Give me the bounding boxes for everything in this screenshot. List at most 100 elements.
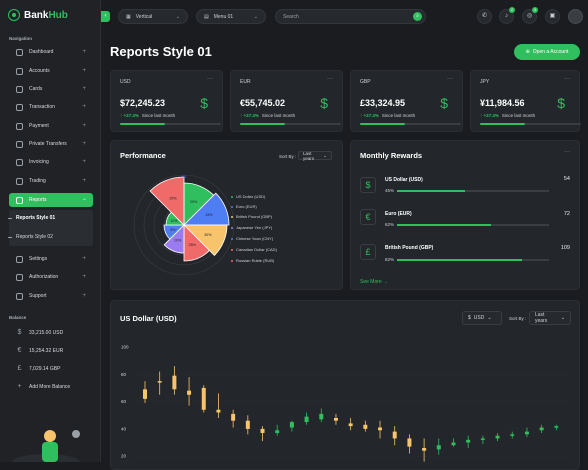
plus-circle-icon: ⊕ <box>525 49 530 55</box>
submenu-item-reports-style-01[interactable]: Reports Style 01 <box>8 215 55 221</box>
candlestick-chart: 100 80 60 40 20 <box>121 345 573 462</box>
dollar-icon: $ <box>360 177 376 193</box>
plus-icon: + <box>82 141 86 147</box>
chevron-down-icon: ⌄ <box>253 13 258 20</box>
sidebar-item-accounts[interactable]: Accounts + <box>9 64 93 78</box>
reward-name: US Dollar (USD) <box>385 177 423 183</box>
page-title: Reports Style 01 <box>110 44 212 59</box>
polar-slice-label: 25% <box>169 197 177 201</box>
support-icon <box>16 292 23 300</box>
performance-card: Performance Sort By : Last years ⌄ 50 20% 1… <box>110 140 343 290</box>
reports-icon <box>16 196 23 204</box>
reward-value: 109 <box>560 245 570 251</box>
layout-select[interactable]: ▦ Vertical ⌄ <box>118 9 188 24</box>
candle-body <box>378 427 383 431</box>
plus-icon: + <box>82 49 86 55</box>
currency-amount: £33,324.95 <box>360 98 406 108</box>
plus-icon: + <box>82 123 86 129</box>
candle-body <box>554 426 559 428</box>
pound-icon: £ <box>17 365 22 372</box>
reward-pct: 62% <box>385 222 395 227</box>
chevron-down-icon: ⌄ <box>175 13 180 20</box>
currency-code: GBP <box>360 79 371 85</box>
candle-body <box>289 422 294 428</box>
minus-icon: − <box>82 197 86 203</box>
candle-body <box>495 435 500 439</box>
balance-caption: Balance <box>9 315 27 320</box>
search-input[interactable]: Search ⌕ <box>275 9 426 24</box>
reward-value: 72 <box>563 211 570 217</box>
reward-progress <box>397 259 549 261</box>
reward-progress <box>397 224 549 226</box>
chevron-down-icon: ⌄ <box>323 152 327 158</box>
plus-icon: + <box>82 178 86 184</box>
polar-slice-label: 20% <box>190 200 198 204</box>
performance-title: Performance <box>120 151 166 160</box>
legend-item-gbp: British Pound (GBP) <box>231 214 272 219</box>
candle-body <box>363 424 368 429</box>
sidebar-item-transaction[interactable]: Transaction + <box>9 100 93 114</box>
submenu-item-reports-style-02[interactable]: Reports Style 02 <box>8 234 53 240</box>
sidebar-item-cards[interactable]: Cards + <box>9 82 93 96</box>
sidebar-item-invoicing[interactable]: Invoicing + <box>9 155 93 169</box>
more-icon[interactable]: ··· <box>327 76 333 82</box>
see-more-link[interactable]: See More → <box>360 279 388 285</box>
legend-item-rub: Russian Ruble (RUB) <box>231 258 274 263</box>
add-balance-link[interactable]: + Add More Balance <box>16 383 70 390</box>
legend-item-cny: Chinese Yuan (CNY) <box>231 236 273 241</box>
sidebar-item-settings[interactable]: Settings + <box>9 252 93 266</box>
candle-body <box>143 389 147 399</box>
euro-icon: € <box>360 209 376 225</box>
nav-caption: Navigation <box>9 36 33 41</box>
more-icon[interactable]: ··· <box>207 76 213 82</box>
candle-body <box>275 430 280 433</box>
sort-select[interactable]: Last years ⌄ <box>298 151 332 161</box>
sort-label: Sort By : <box>279 154 297 159</box>
transfer-icon <box>16 140 23 148</box>
candle-body <box>480 438 485 440</box>
candle-body <box>392 431 397 439</box>
more-icon[interactable]: ··· <box>564 76 570 82</box>
y-tick-label: 100 <box>121 345 129 350</box>
sidebar-item-payment[interactable]: Payment + <box>9 119 93 133</box>
bell-icon[interactable]: ♪ 2 <box>499 7 515 24</box>
candle-body <box>231 413 236 421</box>
plus-icon: + <box>82 256 86 262</box>
sidebar-collapse-button[interactable]: ‹ <box>101 11 110 22</box>
apps-icon[interactable]: ▣ <box>545 9 560 24</box>
progress-bar <box>360 123 461 125</box>
more-icon[interactable]: ··· <box>564 149 570 155</box>
currency-card-jpy: JPY ··· ¥11,984.56 $ ↑ +27.4% Since last … <box>470 70 581 132</box>
progress-bar <box>480 123 581 125</box>
reward-name: Euro (EUR) <box>385 211 412 217</box>
more-icon[interactable]: ··· <box>447 76 453 82</box>
dollar-icon: $ <box>320 95 328 111</box>
rewards-card: Monthly Rewards ··· $ US Dollar (USD) 54… <box>350 140 580 290</box>
sidebar-item-trading[interactable]: Trading + <box>9 174 93 188</box>
polar-area-chart: 50 20% 15% 30% 25% 10% 5% 10% 25% <box>133 174 235 276</box>
menu-select[interactable]: ▤ Menu 01 ⌄ <box>196 9 266 24</box>
avatar[interactable] <box>568 9 583 24</box>
legend-item-usd: US Dollar (USD) <box>231 194 265 199</box>
message-icon[interactable]: ◎ 3 <box>522 7 538 24</box>
reward-name: British Pound (GBP) <box>385 245 434 251</box>
candle-body <box>348 423 353 427</box>
plus-icon: + <box>82 68 86 74</box>
illustration-icon <box>12 430 80 462</box>
polar-slice-label: 10% <box>170 219 178 223</box>
currency-change: ↑ +27.4% Since last month <box>120 113 176 118</box>
balance-usd: $33,215.00 USD <box>17 329 64 336</box>
plus-icon: + <box>82 159 86 165</box>
legend-item-jpy: Japanese Yen (JPY) <box>231 225 272 230</box>
sidebar-item-private-transfers[interactable]: Private Transfers + <box>9 137 93 151</box>
phone-icon[interactable]: ✆ <box>477 9 492 24</box>
search-icon[interactable]: ⌕ <box>413 12 422 21</box>
dollar-icon: $ <box>17 329 22 336</box>
sidebar-item-reports[interactable]: Reports − <box>9 193 93 207</box>
currency-change: ↑ +27.4% Since last month <box>480 113 536 118</box>
sidebar-item-authorization[interactable]: Authorization + <box>9 270 93 284</box>
brand[interactable]: BankHub <box>8 9 68 21</box>
sidebar-item-dashboard[interactable]: Dashboard + <box>9 45 93 59</box>
sidebar-item-support[interactable]: Support + <box>9 289 93 303</box>
open-account-button[interactable]: ⊕ Open a Account <box>514 44 580 60</box>
